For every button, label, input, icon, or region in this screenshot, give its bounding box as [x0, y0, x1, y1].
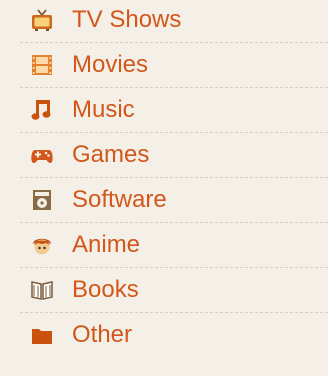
music-note-icon [30, 98, 54, 122]
book-icon [30, 278, 54, 302]
category-label: Books [72, 276, 139, 303]
category-item-books[interactable]: Books [0, 267, 328, 313]
film-icon [30, 53, 54, 77]
category-item-music[interactable]: Music [0, 87, 328, 133]
category-label: TV Shows [72, 6, 182, 33]
category-label: Movies [72, 51, 149, 78]
category-label: Anime [72, 231, 141, 258]
anime-face-icon [30, 233, 54, 257]
category-label: Software [72, 186, 167, 213]
category-label: Music [72, 96, 135, 123]
folder-icon [30, 323, 54, 347]
category-item-tv-shows[interactable]: TV Shows [0, 0, 328, 43]
category-item-anime[interactable]: Anime [0, 222, 328, 268]
category-item-software[interactable]: Software [0, 177, 328, 223]
software-box-icon [30, 188, 54, 212]
category-item-other[interactable]: Other [0, 312, 328, 358]
category-item-games[interactable]: Games [0, 132, 328, 178]
category-list: TV Shows Movies Music Games Software Ani… [0, 0, 328, 376]
category-item-movies[interactable]: Movies [0, 42, 328, 88]
tv-icon [30, 8, 54, 32]
category-label: Other [72, 321, 133, 348]
gamepad-icon [30, 143, 54, 167]
category-label: Games [72, 141, 150, 168]
